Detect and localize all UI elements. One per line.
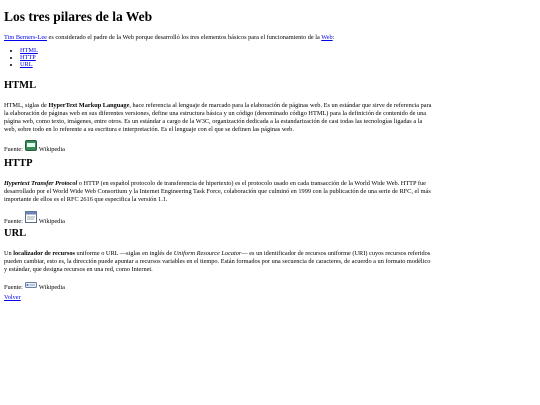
nav-item-http: HTTP	[20, 54, 38, 61]
intro-paragraph: Tim Berners-Lee es considerado el padre …	[4, 34, 334, 42]
term-url-en: Uniform Resource Locator	[173, 249, 242, 257]
nav-link-http[interactable]: HTTP	[20, 54, 36, 61]
source-name: Wikipedia	[38, 218, 65, 226]
source-http: Fuente: Wikipedia	[4, 211, 434, 226]
section-body-html: HTML, siglas de HyperText Markup Languag…	[4, 102, 434, 135]
nav-link-url[interactable]: URL	[20, 61, 33, 68]
body-mid: uniforme o URL —siglas en inglés de	[74, 249, 174, 257]
nav-item-url: URL	[20, 61, 38, 68]
html-logo-icon	[24, 140, 37, 154]
section-heading-html: HTML	[4, 80, 37, 91]
source-name: Wikipedia	[38, 284, 65, 292]
source-url: Fuente: Wikipedia	[4, 281, 434, 292]
section-body-http: Hypertext Transfer Protocol o HTTP (en e…	[4, 180, 434, 205]
term-html: HyperText Markup Language	[48, 101, 130, 109]
author-link[interactable]: Tim Berners-Lee	[4, 34, 47, 41]
section-url: URL Un localizador de recursos uniforme …	[4, 227, 434, 292]
body-pre: Un	[4, 249, 14, 257]
http-document-icon	[24, 211, 37, 226]
section-body-url: Un localizador de recursos uniforme o UR…	[4, 250, 434, 275]
web-link[interactable]: Web	[321, 34, 332, 41]
section-http: HTTP Hypertext Transfer Protocol o HTTP …	[4, 157, 434, 226]
section-html: HTML HTML, siglas de HyperText Markup La…	[4, 79, 434, 155]
term-url: localizador de recursos	[13, 249, 75, 257]
source-name: Wikipedia	[38, 146, 65, 154]
section-heading-url: URL	[4, 228, 27, 239]
source-label: Fuente:	[4, 284, 23, 292]
nav-item-html: HTML	[20, 47, 38, 54]
intro-text: es considerado el padre de la Web porque…	[46, 34, 322, 41]
intro-end: :	[332, 34, 335, 41]
nav-list: HTML HTTP URL	[4, 47, 38, 68]
source-label: Fuente:	[4, 146, 23, 154]
source-label: Fuente:	[4, 218, 23, 226]
nav-link-html[interactable]: HTML	[20, 47, 38, 54]
source-html: Fuente: Wikipedia	[4, 140, 434, 154]
url-bar-icon	[24, 281, 37, 292]
term-http: Hypertext Transfer Protocol	[4, 179, 78, 187]
section-heading-http: HTTP	[4, 158, 33, 169]
back-link[interactable]: Volver	[4, 294, 21, 302]
body-pre: HTML, siglas de	[4, 101, 49, 109]
page-title: Los tres pilares de la Web	[4, 9, 153, 24]
